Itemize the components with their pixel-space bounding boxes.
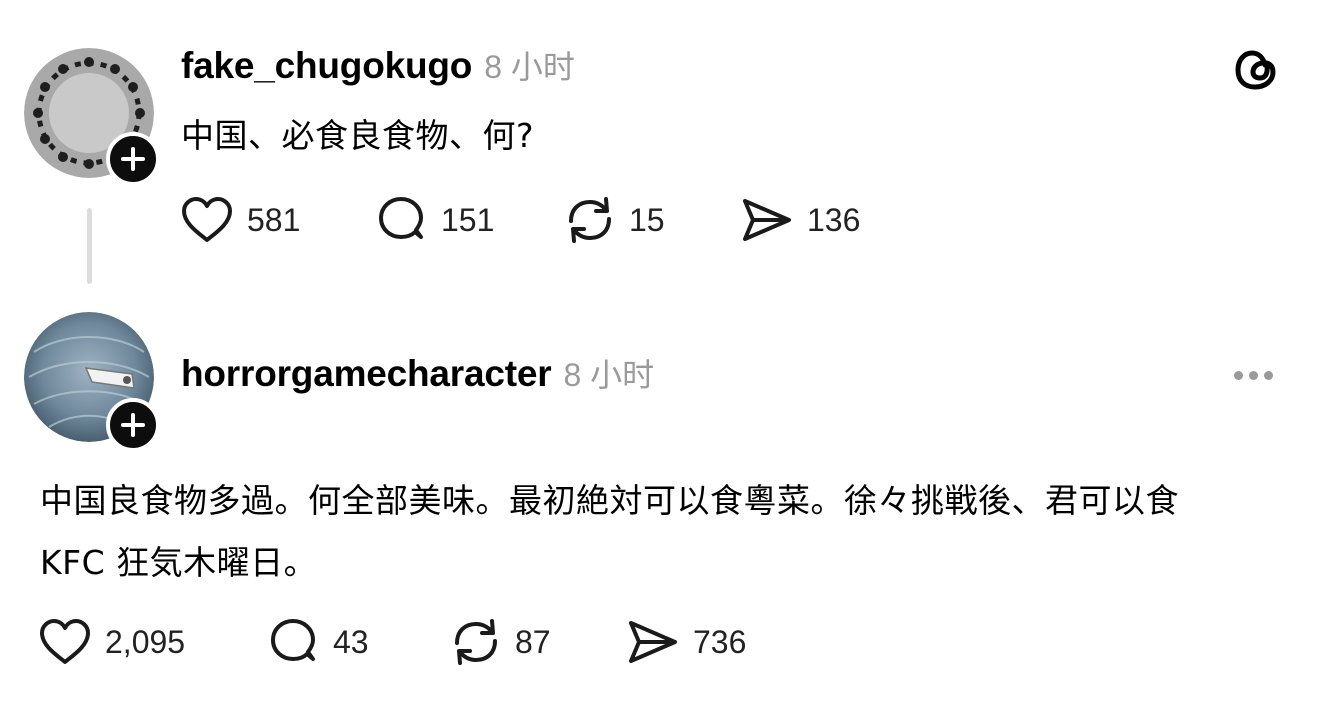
action-bar: 2,095 43 87 736 [37, 614, 746, 670]
heart-icon [182, 197, 232, 242]
send-icon [629, 621, 677, 663]
share-button[interactable]: 736 [625, 614, 746, 670]
username[interactable]: fake_chugokugo [181, 45, 472, 87]
thread-line [87, 208, 92, 284]
repost-count: 87 [515, 623, 551, 660]
share-count: 136 [807, 201, 861, 238]
follow-button[interactable] [106, 132, 160, 186]
like-button[interactable]: 2,095 [37, 614, 267, 670]
send-icon [743, 199, 791, 241]
username[interactable]: horrorgamecharacter [181, 353, 552, 395]
threads-logo-icon[interactable] [1232, 44, 1280, 99]
share-count: 736 [693, 623, 747, 660]
like-count: 2,095 [105, 623, 186, 660]
reply-count: 43 [333, 623, 369, 660]
repost-button[interactable]: 15 [563, 192, 739, 248]
heart-icon [40, 619, 90, 664]
share-button[interactable]: 136 [739, 192, 860, 248]
timestamp: 8 小时 [563, 357, 655, 393]
post-text: 中国良食物多過。何全部美味。最初絶対可以食粵菜。徐々挑戦後、君可以食 KFC 狂… [40, 470, 1179, 594]
action-bar: 581 151 15 136 [179, 192, 860, 248]
follow-button[interactable] [106, 398, 160, 452]
repost-button[interactable]: 87 [449, 614, 625, 670]
plus-icon [121, 413, 145, 437]
post-header: fake_chugokugo 8 小时 [181, 42, 575, 88]
comment-icon [271, 619, 315, 661]
more-options-icon[interactable] [1234, 371, 1273, 380]
reply-button[interactable]: 43 [267, 614, 449, 670]
plus-icon [121, 147, 145, 171]
reply-button[interactable]: 151 [375, 192, 563, 248]
like-count: 581 [247, 201, 301, 238]
post-text: 中国、必食良食物、何? [181, 116, 535, 155]
timestamp: 8 小时 [484, 49, 575, 85]
post-text-line: 中国良食物多過。何全部美味。最初絶対可以食粵菜。徐々挑戦後、君可以食 [40, 481, 1179, 520]
repost-count: 15 [629, 201, 665, 238]
like-button[interactable]: 581 [179, 192, 375, 248]
reply-count: 151 [441, 201, 495, 238]
comment-icon [379, 197, 423, 239]
post-text-line: KFC 狂気木曜日。 [40, 543, 318, 582]
repost-icon [455, 619, 497, 665]
repost-icon [569, 197, 611, 243]
post-header: horrorgamecharacter 8 小时 [181, 350, 654, 396]
